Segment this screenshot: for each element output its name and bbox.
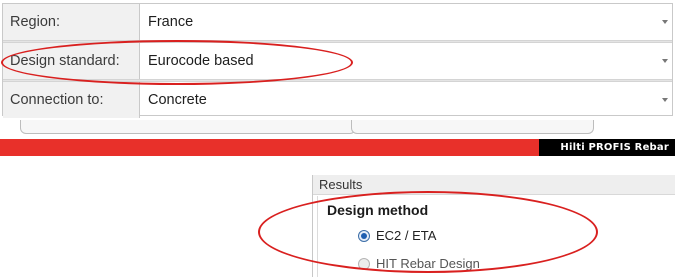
design-method-title: Design method (327, 202, 429, 218)
radio-label: HIT Rebar Design (376, 256, 480, 271)
design-standard-value: Eurocode based (148, 53, 254, 69)
connection-dropdown[interactable]: Concrete (141, 82, 672, 118)
design-standard-label: Design standard: (3, 43, 140, 79)
tab[interactable] (20, 120, 356, 134)
results-header: Results (313, 175, 675, 195)
dropdown-arrow-icon[interactable] (662, 59, 668, 63)
brand-title: Hilti PROFIS Rebar (560, 142, 669, 153)
design-standard-dropdown[interactable]: Eurocode based (141, 43, 672, 79)
settings-form: Region: France Design standard: Eurocode… (2, 3, 673, 118)
dropdown-arrow-icon[interactable] (662, 20, 668, 24)
dropdown-arrow-icon[interactable] (662, 98, 668, 102)
tab[interactable] (351, 120, 594, 134)
connection-row: Connection to: Concrete (3, 82, 672, 118)
radio-checked-icon[interactable] (358, 230, 370, 242)
region-value: France (148, 14, 194, 30)
region-dropdown[interactable]: France (141, 4, 672, 40)
results-panel: Results Design method EC2 / ETA HIT Reba… (312, 175, 675, 277)
tab-strip (8, 120, 673, 136)
region-label: Region: (3, 4, 140, 40)
brand-block: Hilti PROFIS Rebar (539, 139, 675, 156)
connection-value: Concrete (148, 92, 207, 108)
region-row: Region: France (3, 4, 672, 40)
results-body: Design method EC2 / ETA HIT Rebar Design (317, 196, 675, 277)
radio-label: EC2 / ETA (376, 228, 437, 243)
radio-unchecked-icon[interactable] (358, 258, 370, 270)
design-standard-row: Design standard: Eurocode based (3, 43, 672, 79)
connection-label: Connection to: (3, 82, 140, 118)
